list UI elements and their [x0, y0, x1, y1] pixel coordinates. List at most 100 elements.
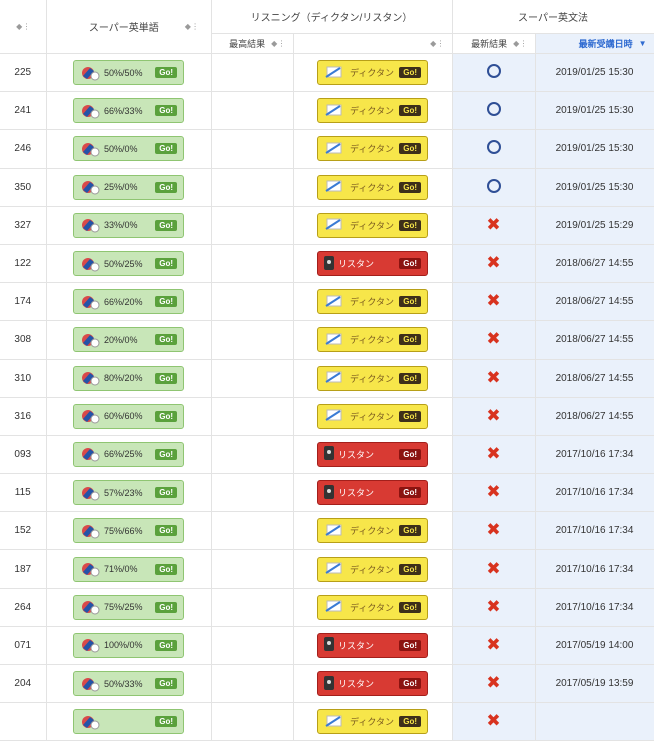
super-eitan-go-button[interactable]: 80%/20% Go! — [73, 365, 184, 391]
go-label: Go! — [155, 334, 177, 346]
dictan-go-button[interactable]: ディクタン Go! — [317, 174, 428, 200]
super-eitan-go-button[interactable]: 66%/20% Go! — [73, 289, 184, 315]
table-row: 310 80%/20% Go! ディクタン Go! ✖ 2018/06/27 1… — [0, 359, 654, 398]
listan-go-button[interactable]: リスタン Go! — [317, 671, 428, 697]
col-latest-result-header[interactable]: 最新結果 ◆ ⋮ — [452, 33, 536, 54]
row-number: 115 — [0, 473, 47, 513]
super-eitan-go-button[interactable]: 60%/60% Go! — [73, 403, 184, 429]
dictan-go-button[interactable]: ディクタン Go! — [317, 98, 428, 124]
listening-label: リスタン — [338, 640, 375, 651]
col-super-eitan-header[interactable]: スーパー英単語 ◆ ⋮ — [46, 0, 212, 54]
listan-go-button[interactable]: リスタン Go! — [317, 251, 428, 277]
super-eitan-go-button[interactable]: 20%/0% Go! — [73, 327, 184, 353]
best-result-cell — [211, 588, 294, 627]
go-label: Go! — [155, 410, 177, 422]
table-row: 115 57%/23% Go! リスタン Go! ✖ 2017/10/16 17… — [0, 473, 654, 513]
sort-desc-icon[interactable]: ▼ — [639, 39, 647, 48]
eitan-cell: 60%/60% Go! — [46, 397, 212, 436]
latest-date-cell: 2019/01/25 15:29 — [535, 206, 654, 245]
best-result-cell — [211, 129, 294, 169]
eitan-emblem-icon — [80, 140, 102, 158]
best-result-cell — [211, 168, 294, 207]
col-latest-result-label: 最新結果 — [471, 39, 508, 49]
listan-go-button[interactable]: リスタン Go! — [317, 632, 428, 658]
latest-date-cell: 2018/06/27 14:55 — [535, 244, 654, 284]
go-label: Go! — [155, 67, 177, 79]
super-eitan-go-button[interactable]: 66%/33% Go! — [73, 98, 184, 124]
best-result-cell — [211, 53, 294, 93]
super-eitan-go-button[interactable]: 50%/0% Go! — [73, 136, 184, 162]
pencil-paper-icon — [318, 332, 346, 348]
super-eitan-go-button[interactable]: 71%/0% Go! — [73, 556, 184, 582]
table-row: 225 50%/50% Go! ディクタン Go! 2019/01/25 15:… — [0, 53, 654, 93]
go-label: Go! — [399, 334, 421, 346]
dictan-go-button[interactable]: ディクタン Go! — [317, 327, 428, 353]
table-row: 204 50%/33% Go! リスタン Go! ✖ 2017/05/19 13… — [0, 664, 654, 704]
super-eitan-go-button[interactable]: 50%/33% Go! — [73, 671, 184, 697]
latest-date-cell: 2018/06/27 14:55 — [535, 397, 654, 436]
col-latest-date-header[interactable]: 最新受講日時 ▼ — [535, 33, 654, 54]
listening-cell: ディクタン Go! — [293, 282, 453, 322]
sort-icon[interactable]: ◆ ⋮ — [16, 22, 30, 31]
pencil-paper-icon — [318, 523, 346, 539]
latest-date-cell: 2017/05/19 14:00 — [535, 626, 654, 666]
eitan-cell: 66%/25% Go! — [46, 435, 212, 475]
col-number-header[interactable]: ◆ ⋮ — [0, 0, 47, 54]
table-row: 264 75%/25% Go! ディクタン Go! ✖ 2017/10/16 1… — [0, 588, 654, 627]
eitan-emblem-icon — [80, 102, 102, 120]
sort-icon[interactable]: ◆ ⋮ — [185, 22, 199, 31]
listening-cell: リスタン Go! — [293, 473, 453, 513]
dictan-go-button[interactable]: ディクタン Go! — [317, 556, 428, 582]
listening-cell: リスタン Go! — [293, 626, 453, 666]
go-label: Go! — [399, 639, 421, 651]
latest-result-cell: ✖ — [452, 282, 536, 322]
eitan-progress-text: 33%/0% — [104, 220, 138, 231]
listening-cell: リスタン Go! — [293, 244, 453, 284]
go-label: Go! — [155, 219, 177, 231]
listan-go-button[interactable]: リスタン Go! — [317, 480, 428, 506]
latest-result-cell: ✖ — [452, 549, 536, 589]
dictan-go-button[interactable]: ディクタン Go! — [317, 365, 428, 391]
dictan-go-button[interactable]: ディクタン Go! — [317, 289, 428, 315]
dictan-go-button[interactable]: ディクタン Go! — [317, 403, 428, 429]
dictan-go-button[interactable]: ディクタン Go! — [317, 212, 428, 238]
eitan-emblem-icon — [80, 369, 102, 387]
super-eitan-go-button[interactable]: 100%/0% Go! — [73, 632, 184, 658]
go-label: Go! — [399, 678, 421, 690]
go-label: Go! — [155, 563, 177, 575]
super-eitan-go-button[interactable]: 25%/0% Go! — [73, 174, 184, 200]
table-row: 241 66%/33% Go! ディクタン Go! 2019/01/25 15:… — [0, 91, 654, 131]
super-eitan-go-button[interactable]: 75%/66% Go! — [73, 518, 184, 544]
listening-label: ディクタン — [350, 297, 395, 308]
listening-cell: リスタン Go! — [293, 664, 453, 704]
eitan-emblem-icon — [80, 293, 102, 311]
super-eitan-go-button[interactable]: 50%/25% Go! — [73, 251, 184, 277]
latest-date-cell: 2018/06/27 14:55 — [535, 320, 654, 360]
super-eitan-go-button[interactable]: 75%/25% Go! — [73, 594, 184, 620]
eitan-emblem-icon — [80, 407, 102, 425]
listening-label: ディクタン — [350, 106, 395, 117]
best-result-cell — [211, 549, 294, 589]
eitan-emblem-icon — [80, 64, 102, 82]
sort-icon[interactable]: ◆ ⋮ — [513, 39, 527, 48]
dictan-go-button[interactable]: ディクタン Go! — [317, 518, 428, 544]
col-best-result-header[interactable]: 最高結果 ◆ ⋮ — [211, 33, 294, 54]
super-eitan-go-button[interactable]: 33%/0% Go! — [73, 212, 184, 238]
listening-cell: ディクタン Go! — [293, 511, 453, 551]
sort-icon[interactable]: ◆ ⋮ — [430, 39, 444, 48]
latest-date-cell: 2018/06/27 14:55 — [535, 282, 654, 322]
eitan-emblem-icon — [80, 598, 102, 616]
dictan-go-button[interactable]: ディクタン Go! — [317, 60, 428, 86]
listan-go-button[interactable]: リスタン Go! — [317, 441, 428, 467]
listening-cell: リスタン Go! — [293, 435, 453, 475]
sort-icon[interactable]: ◆ ⋮ — [271, 39, 285, 48]
super-eitan-go-button[interactable]: 57%/23% Go! — [73, 480, 184, 506]
dictan-go-button[interactable]: ディクタン Go! — [317, 594, 428, 620]
best-result-cell — [211, 359, 294, 398]
super-eitan-go-button[interactable]: 66%/25% Go! — [73, 441, 184, 467]
listening-cell: ディクタン Go! — [293, 168, 453, 207]
listening-cell: ディクタン Go! — [293, 206, 453, 245]
super-eitan-go-button[interactable]: 50%/50% Go! — [73, 60, 184, 86]
dictan-go-button[interactable]: ディクタン Go! — [317, 136, 428, 162]
col-listening-sort-header[interactable]: ◆ ⋮ — [293, 33, 453, 54]
